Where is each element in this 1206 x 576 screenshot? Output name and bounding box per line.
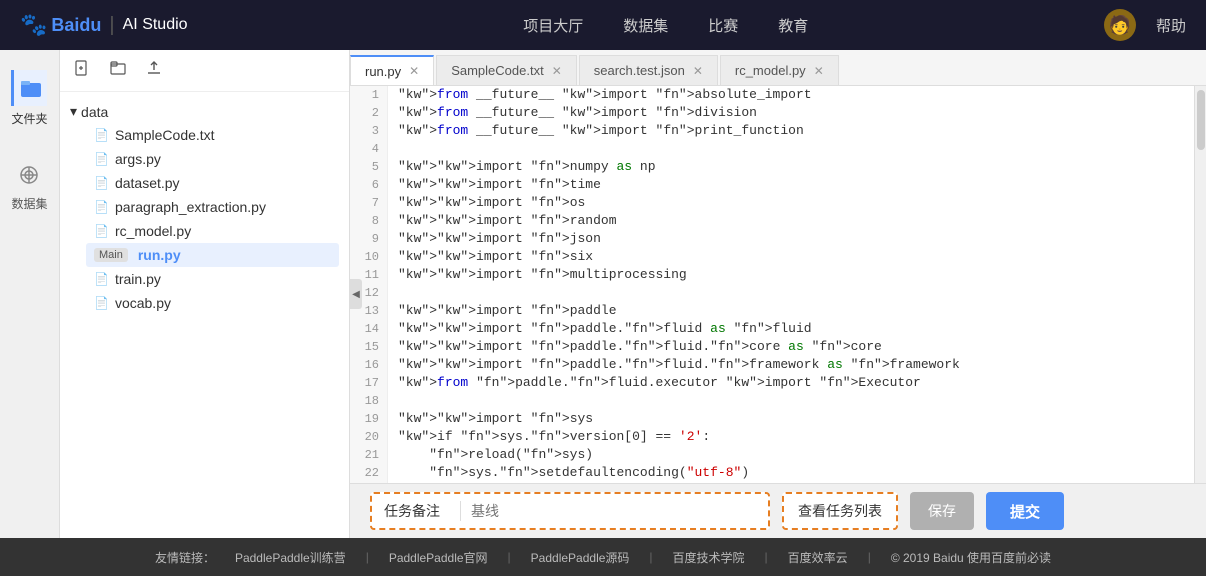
- folder-name: data: [81, 104, 108, 120]
- task-label: 任务备注: [384, 501, 440, 521]
- dataset-icon: [11, 157, 47, 193]
- tab-close-searchjson[interactable]: ✕: [693, 64, 703, 78]
- menu-education[interactable]: 教育: [778, 15, 808, 36]
- file-samplecode[interactable]: 📄 SampleCode.txt: [86, 123, 339, 147]
- submit-button[interactable]: 提交: [986, 492, 1064, 530]
- save-button[interactable]: 保存: [910, 492, 974, 530]
- new-folder-btn[interactable]: [106, 58, 130, 83]
- tab-samplecode[interactable]: SampleCode.txt ✕: [436, 55, 577, 85]
- baidu-icon: 🐾: [20, 12, 47, 38]
- footer-link-1[interactable]: PaddlePaddle训练营: [235, 549, 346, 566]
- tab-close-runpy[interactable]: ✕: [409, 64, 419, 78]
- file-icon: 📄: [94, 128, 109, 142]
- tab-close-rcmodel[interactable]: ✕: [814, 64, 824, 78]
- menu-competition[interactable]: 比赛: [708, 15, 738, 36]
- file-icon: 📄: [94, 224, 109, 238]
- chevron-down-icon: ▾: [70, 103, 77, 120]
- baseline-input[interactable]: [471, 503, 756, 519]
- panel-collapse-arrow[interactable]: ◀: [350, 279, 362, 309]
- code-editor: 123456789101112131415161718192021222324 …: [350, 86, 1206, 483]
- editor-area: ◀ run.py ✕ SampleCode.txt ✕ search.test.…: [350, 50, 1206, 538]
- file-runpy[interactable]: Main run.py: [86, 243, 339, 267]
- file-panel: ▾ data 📄 SampleCode.txt 📄 args.py 📄 data…: [60, 50, 350, 538]
- files-label: 文件夹: [11, 110, 47, 127]
- editor-tabs: run.py ✕ SampleCode.txt ✕ search.test.js…: [350, 50, 1206, 86]
- file-icon: 📄: [94, 296, 109, 310]
- bottom-bar: 任务备注 查看任务列表 保存 提交: [350, 483, 1206, 538]
- sidebar-dataset-tab[interactable]: 数据集: [11, 157, 47, 212]
- folder-icon: [11, 70, 47, 106]
- footer-copyright: © 2019 Baidu 使用百度前必读: [891, 549, 1051, 566]
- logo-sep: |: [109, 14, 114, 37]
- footer-link-4[interactable]: 百度技术学院: [673, 549, 745, 566]
- file-icon: 📄: [94, 272, 109, 286]
- file-paragraph[interactable]: 📄 paragraph_extraction.py: [86, 195, 339, 219]
- footer-link-3[interactable]: PaddlePaddle源码: [531, 549, 630, 566]
- tab-rcmodel[interactable]: rc_model.py ✕: [720, 55, 839, 85]
- logo-baidu: Baidu: [51, 15, 101, 36]
- footer: 友情链接： PaddlePaddle训练营 | PaddlePaddle官网 |…: [0, 538, 1206, 576]
- folder-data[interactable]: ▾ data: [70, 100, 339, 123]
- logo: 🐾 Baidu | AI Studio: [20, 12, 188, 38]
- help-link[interactable]: 帮助: [1156, 15, 1186, 36]
- file-train[interactable]: 📄 train.py: [86, 267, 339, 291]
- scrollbar-vertical[interactable]: [1194, 86, 1206, 483]
- scrollbar-thumb[interactable]: [1197, 90, 1205, 150]
- tab-runpy[interactable]: run.py ✕: [350, 55, 434, 85]
- file-tree: ▾ data 📄 SampleCode.txt 📄 args.py 📄 data…: [60, 92, 349, 538]
- file-icon: 📄: [94, 152, 109, 166]
- topnav-menu: 项目大厅 数据集 比赛 教育: [228, 15, 1104, 36]
- new-file-btn[interactable]: [70, 58, 94, 83]
- file-args[interactable]: 📄 args.py: [86, 147, 339, 171]
- file-rcmodel[interactable]: 📄 rc_model.py: [86, 219, 339, 243]
- logo-studio: AI Studio: [123, 16, 188, 34]
- tab-close-samplecode[interactable]: ✕: [552, 64, 562, 78]
- code-content[interactable]: "kw">from __future__ "kw">import "fn">ab…: [388, 86, 1194, 483]
- topnav: 🐾 Baidu | AI Studio 项目大厅 数据集 比赛 教育 🧑 帮助: [0, 0, 1206, 50]
- user-avatar[interactable]: 🧑: [1104, 9, 1136, 41]
- task-input-group: 任务备注: [370, 492, 770, 530]
- menu-projects[interactable]: 项目大厅: [523, 15, 583, 36]
- file-toolbar: [60, 50, 349, 92]
- file-vocab[interactable]: 📄 vocab.py: [86, 291, 339, 315]
- dataset-label: 数据集: [11, 195, 47, 212]
- footer-prefix: 友情链接：: [155, 549, 215, 566]
- left-sidebar: 文件夹 数据集: [0, 50, 60, 538]
- file-dataset[interactable]: 📄 dataset.py: [86, 171, 339, 195]
- sidebar-files-tab[interactable]: 文件夹: [11, 70, 47, 127]
- input-divider: [460, 501, 461, 521]
- upload-btn[interactable]: [142, 58, 166, 83]
- view-tasks-button[interactable]: 查看任务列表: [782, 492, 898, 530]
- footer-link-2[interactable]: PaddlePaddle官网: [389, 549, 488, 566]
- file-icon: 📄: [94, 176, 109, 190]
- main-badge: Main: [94, 248, 128, 262]
- footer-link-5[interactable]: 百度效率云: [788, 549, 848, 566]
- menu-datasets[interactable]: 数据集: [623, 15, 668, 36]
- file-icon: 📄: [94, 200, 109, 214]
- tab-searchjson[interactable]: search.test.json ✕: [579, 55, 718, 85]
- topnav-right: 🧑 帮助: [1104, 9, 1186, 41]
- main-layout: 文件夹 数据集 ▾ data 📄: [0, 50, 1206, 538]
